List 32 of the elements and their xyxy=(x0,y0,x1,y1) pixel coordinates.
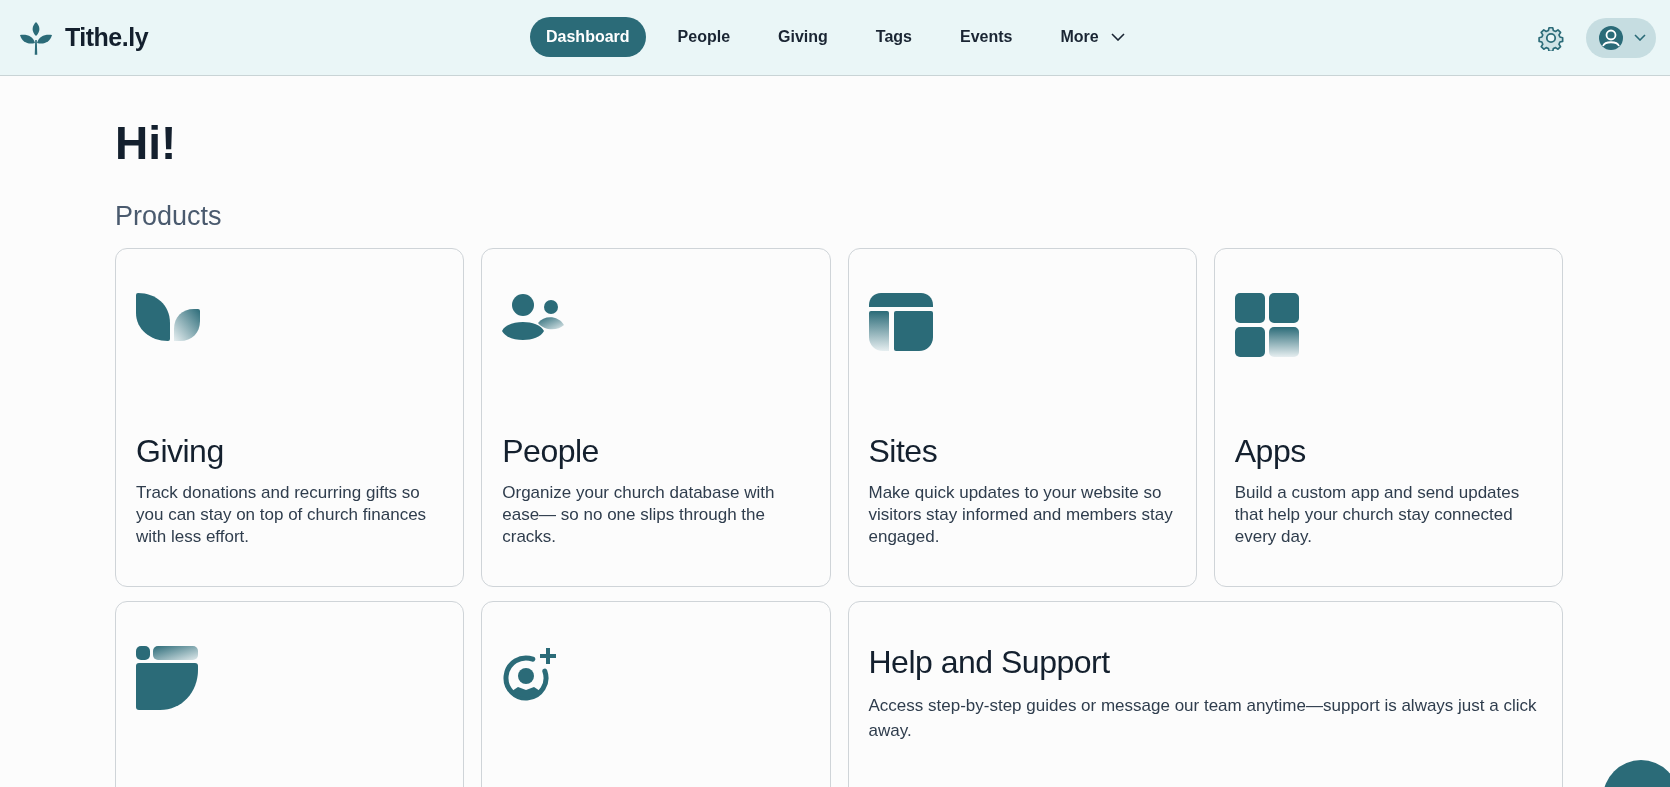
product-card[interactable]: People Organize your church database with ease— so no one slips through the cracks. xyxy=(481,248,831,588)
card-title: Giving xyxy=(136,433,225,471)
product-card[interactable]: Giving Track donations and recurring gifts so you can stay on top of church finances with less effort. xyxy=(115,248,465,588)
media-icon xyxy=(136,646,198,711)
card-description: Make quick updates to your website so visitors stay informed and members stay engaged. xyxy=(868,482,1174,549)
nav-tab[interactable]: More xyxy=(1044,17,1141,57)
product-card[interactable]: Sites Make quick updates to your website so visitors stay informed and members stay engaged. xyxy=(847,248,1197,588)
card-description: Organize your church database with ease— so no one slips through the cracks. xyxy=(502,482,776,549)
card-title: People xyxy=(502,433,600,471)
card-title: Apps xyxy=(1234,433,1307,471)
layout-icon xyxy=(868,293,933,352)
product-card[interactable]: Apps Build a custom app and send updates that help your church stay connected every day. xyxy=(1213,248,1563,588)
help-card[interactable]: Help and Support Access step-by-step guides or message our team anytime—support is always just a click away. xyxy=(847,601,1563,787)
section-title: Products xyxy=(115,201,223,233)
brand-name[interactable]: Tithe.ly xyxy=(65,23,149,52)
card-description: Track donations and recurring gifts so you can stay on top of church finances with less effort. xyxy=(136,482,428,549)
card-description: Build a custom app and send updates that help your church stay connected every day. xyxy=(1234,482,1521,549)
settings-icon[interactable] xyxy=(1538,24,1564,51)
greeting-heading: Hi! xyxy=(115,116,178,171)
nav-tab[interactable]: People xyxy=(661,17,747,57)
leaf-icon xyxy=(136,293,200,344)
card-title: Help and Support xyxy=(868,644,1111,682)
nav-tab[interactable]: Events xyxy=(944,17,1029,57)
avatar-icon xyxy=(1598,24,1624,51)
grid-icon xyxy=(1234,293,1299,358)
card-description: Access step-by-step guides or message our team anytime—support is always just a click away. xyxy=(868,695,1538,743)
nav-tab[interactable]: Dashboard xyxy=(530,17,646,57)
nav-tab[interactable]: Giving xyxy=(762,17,844,57)
account-menu-button[interactable] xyxy=(1586,17,1656,58)
card-title: Sites xyxy=(868,433,939,471)
nav-tab[interactable]: Tags xyxy=(859,17,928,57)
chevron-down-icon xyxy=(1634,34,1646,41)
